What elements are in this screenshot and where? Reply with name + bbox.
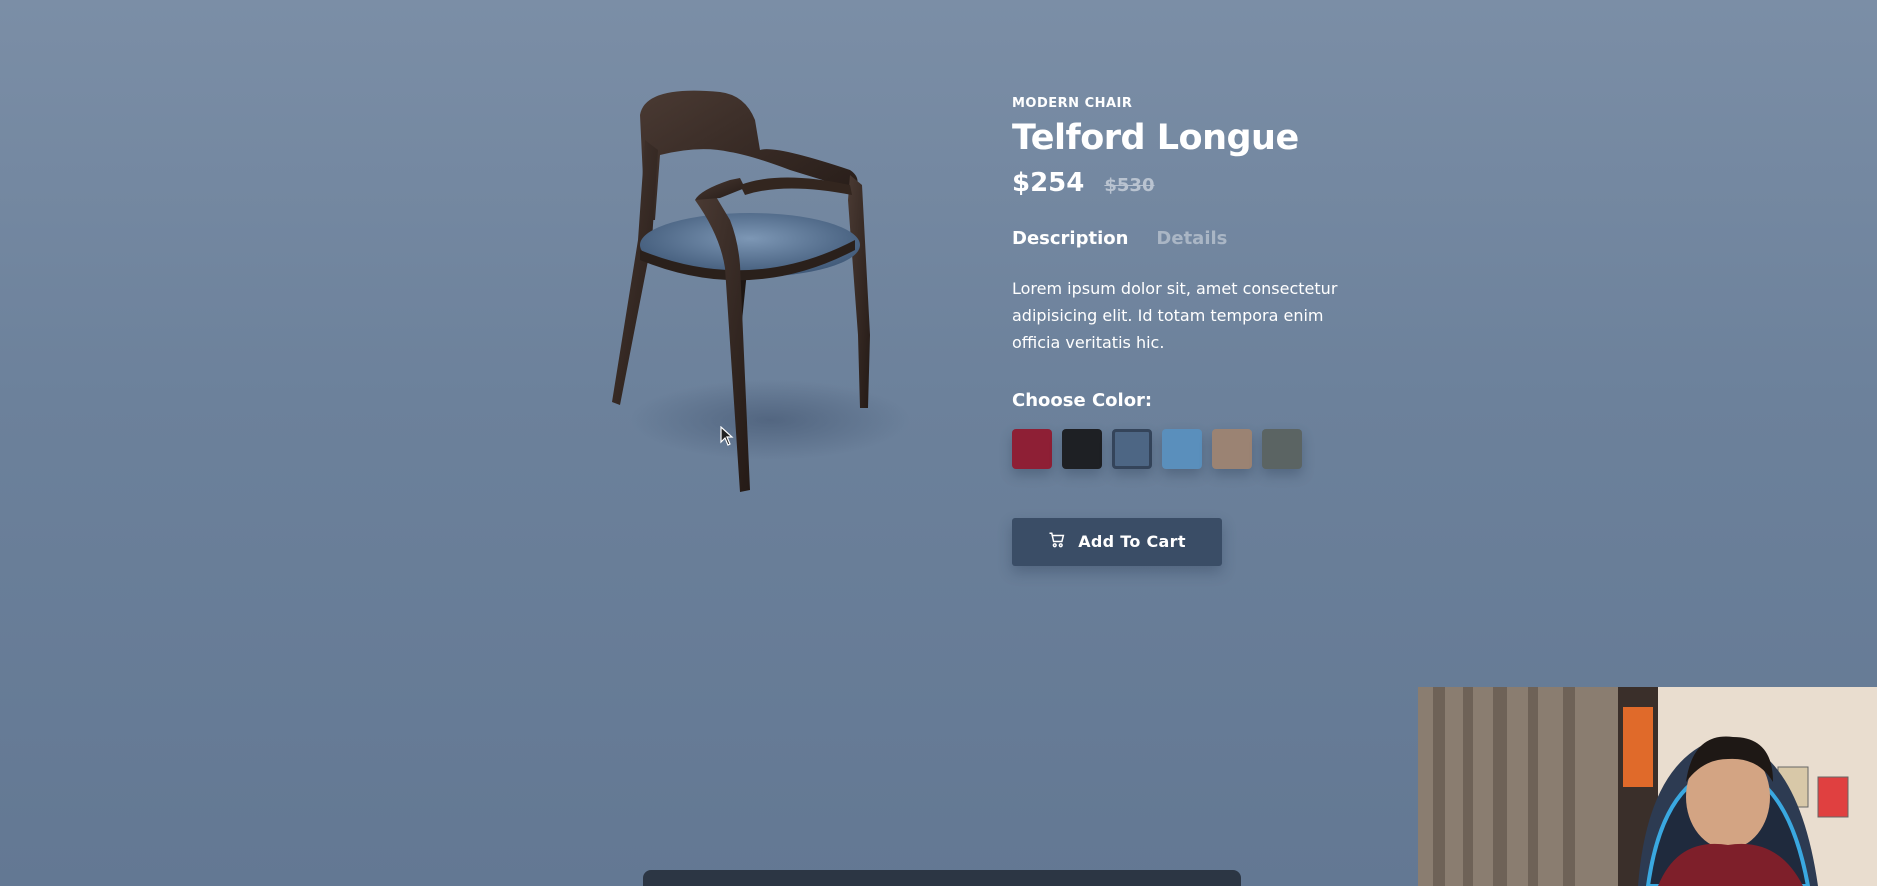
- add-to-cart-label: Add To Cart: [1078, 532, 1186, 551]
- product-category: MODERN CHAIR: [1012, 96, 1133, 111]
- video-player-bar: [643, 870, 1241, 886]
- product-info: MODERN CHAIR Telford Longue $254 $530 De…: [1012, 96, 1372, 566]
- swatch-black[interactable]: [1062, 428, 1102, 469]
- product-title: Telford Longue: [1012, 118, 1299, 158]
- cart-icon: [1048, 531, 1066, 553]
- current-price: $254: [1012, 167, 1085, 198]
- product-image: [600, 90, 940, 500]
- webcam-overlay: [1418, 687, 1877, 886]
- product-description: Lorem ipsum dolor sit, amet consectetur …: [1012, 278, 1338, 352]
- swatch-blue-denim[interactable]: [1112, 428, 1152, 469]
- original-price: $530: [1104, 174, 1155, 196]
- swatch-tan[interactable]: [1212, 428, 1252, 469]
- color-swatches: [1012, 428, 1372, 469]
- tab-details[interactable]: Details: [1156, 228, 1227, 249]
- chair-illustration: [612, 90, 910, 492]
- add-to-cart-button[interactable]: Add To Cart: [1012, 517, 1222, 566]
- tab-bar: Description Details: [1012, 228, 1372, 249]
- swatch-crimson[interactable]: [1012, 428, 1052, 469]
- swatch-gray[interactable]: [1262, 428, 1302, 469]
- tab-description[interactable]: Description: [1012, 228, 1128, 249]
- swatch-light-blue[interactable]: [1162, 428, 1202, 469]
- price-row: $254 $530: [1012, 168, 1372, 198]
- color-label: Choose Color:: [1012, 389, 1153, 411]
- mouse-cursor-icon: [720, 425, 734, 450]
